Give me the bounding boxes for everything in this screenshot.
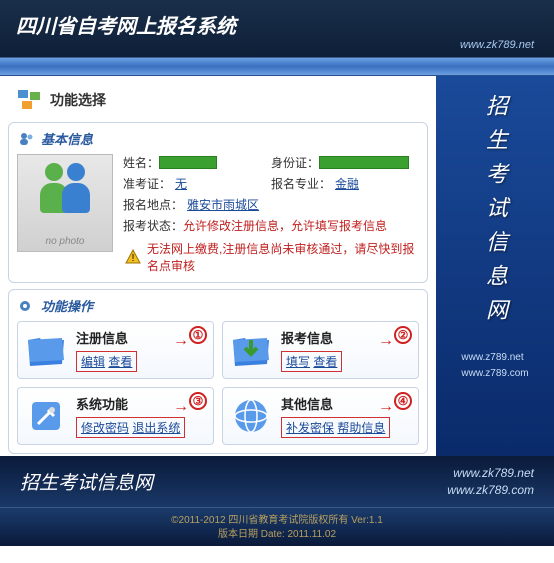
warning-icon: ! <box>125 249 141 265</box>
link-view[interactable]: 查看 <box>313 355 337 369</box>
svg-text:!: ! <box>132 253 135 264</box>
footer: 招生考试信息网 www.zk789.net www.zk789.com ©201… <box>0 456 554 546</box>
major-value[interactable]: 金融 <box>335 175 359 192</box>
badge-2: ② <box>394 326 412 344</box>
sidebar-urls: www.z789.net www.z789.com <box>461 350 528 382</box>
app-title: 四川省自考网上报名系统 <box>0 0 554 39</box>
footer-url-2: www.zk789.com <box>447 482 534 499</box>
no-photo-text: no photo <box>46 236 85 247</box>
card-link-box: 修改密码 退出系统 <box>76 417 185 438</box>
function-section: 功能操作 注册信息 编辑 查看 <box>8 289 428 454</box>
panel-title: 功能选择 <box>50 90 106 110</box>
link-help[interactable]: 帮助信息 <box>337 421 385 435</box>
location-label: 报名地点： <box>123 196 183 213</box>
sidebar-url-1: www.z789.net <box>461 350 528 366</box>
sidebar-title: 招生考试信息网 <box>479 94 511 332</box>
name-label: 姓名： <box>123 154 159 171</box>
card-system-func: 系统功能 修改密码 退出系统 → ③ <box>17 387 214 445</box>
id-label: 身份证： <box>271 154 319 171</box>
arrow-icon: → <box>173 398 189 416</box>
card-link-box: 填写 查看 <box>281 351 342 372</box>
link-change-password[interactable]: 修改密码 <box>81 421 129 435</box>
arrow-icon: → <box>378 398 394 416</box>
top-divider-bar <box>0 58 554 76</box>
user-icon <box>17 131 35 147</box>
badge-4: ④ <box>394 392 412 410</box>
badge-1: ① <box>189 326 207 344</box>
ticket-label: 准考证： <box>123 175 171 192</box>
ticket-value[interactable]: 无 <box>175 175 187 192</box>
gear-icon <box>17 298 35 314</box>
globe-icon <box>229 394 273 438</box>
sidebar: 招生考试信息网 www.z789.net www.z789.com <box>436 76 554 456</box>
id-value-redacted <box>319 156 409 169</box>
photo-placeholder: no photo <box>17 154 113 252</box>
copyright-line-1: ©2011-2012 四川省教育考试院版权所有 Ver:1.1 <box>0 514 554 528</box>
footer-title: 招生考试信息网 <box>20 468 153 495</box>
arrow-icon: → <box>378 332 394 350</box>
status-label: 报考状态： <box>123 217 183 234</box>
basic-section-title: 基本信息 <box>41 129 93 148</box>
copyright-line-2: 版本日期 Date: 2011.11.02 <box>0 528 554 542</box>
sidebar-url-2: www.z789.com <box>461 366 528 382</box>
card-exam-info: 报考信息 填写 查看 → ② <box>222 321 419 379</box>
main-content: 功能选择 基本信息 no photo <box>0 76 436 456</box>
name-value-redacted <box>159 156 217 169</box>
download-folder-icon <box>229 328 273 372</box>
card-link-box: 补发密保 帮助信息 <box>281 417 390 438</box>
link-logout[interactable]: 退出系统 <box>132 421 180 435</box>
tools-icon <box>24 394 68 438</box>
footer-urls: www.zk789.net www.zk789.com <box>447 465 534 499</box>
badge-3: ③ <box>189 392 207 410</box>
folder-icon <box>24 328 68 372</box>
windows-icon <box>18 90 42 110</box>
location-value[interactable]: 雅安市雨城区 <box>187 196 259 213</box>
major-label: 报名专业： <box>271 175 331 192</box>
header-url: www.zk789.net <box>460 39 534 51</box>
warning-text: 无法网上缴费,注册信息尚未审核通过，请尽快到报名点审核 <box>147 240 419 274</box>
link-view[interactable]: 查看 <box>108 355 132 369</box>
link-reissue-security[interactable]: 补发密保 <box>286 421 334 435</box>
link-fill[interactable]: 填写 <box>286 355 310 369</box>
app-header: 四川省自考网上报名系统 www.zk789.net <box>0 0 554 58</box>
function-section-title: 功能操作 <box>41 296 93 315</box>
panel-title-bar: 功能选择 <box>8 84 428 116</box>
arrow-icon: → <box>173 332 189 350</box>
card-link-box: 编辑 查看 <box>76 351 137 372</box>
status-value: 允许修改注册信息，允许填写报考信息 <box>183 217 387 234</box>
card-register-info: 注册信息 编辑 查看 → ① <box>17 321 214 379</box>
footer-url-1: www.zk789.net <box>447 465 534 482</box>
basic-info-section: 基本信息 no photo 姓名： 身份证： <box>8 122 428 283</box>
card-other-info: 其他信息 补发密保 帮助信息 → ④ <box>222 387 419 445</box>
link-edit[interactable]: 编辑 <box>81 355 105 369</box>
